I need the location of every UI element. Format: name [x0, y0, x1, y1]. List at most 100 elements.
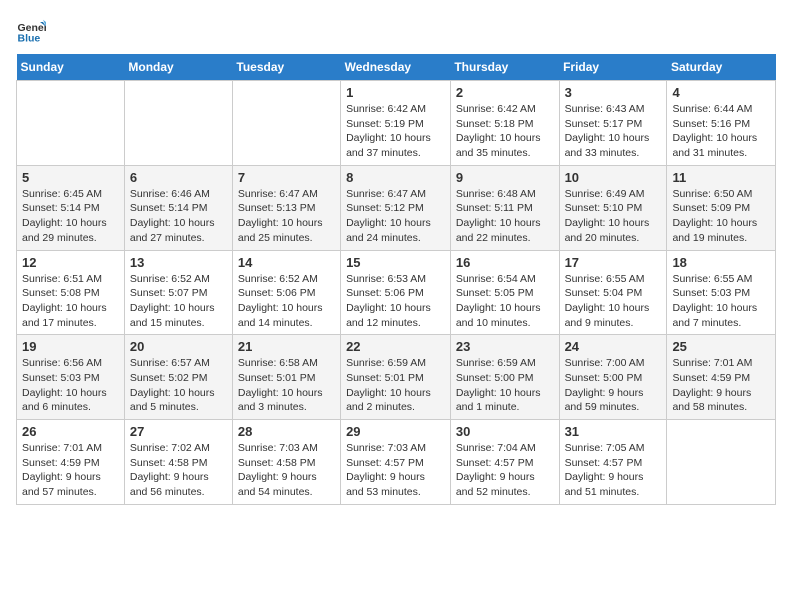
day-cell: [232, 81, 340, 166]
day-cell: 2 Sunrise: 6:42 AM Sunset: 5:18 PM Daylig…: [450, 81, 559, 166]
day-number: 11: [672, 170, 770, 185]
day-cell: 8 Sunrise: 6:47 AM Sunset: 5:12 PM Daylig…: [341, 165, 451, 250]
day-number: 9: [456, 170, 554, 185]
day-info: Sunrise: 7:01 AM Sunset: 4:59 PM Dayligh…: [672, 356, 770, 415]
day-info: Sunrise: 6:52 AM Sunset: 5:06 PM Dayligh…: [238, 272, 335, 331]
day-number: 7: [238, 170, 335, 185]
day-cell: 12Sunrise: 6:51 AM Sunset: 5:08 PM Dayli…: [17, 250, 125, 335]
day-cell: 25 Sunrise: 7:01 AM Sunset: 4:59 PM Dayli…: [667, 335, 776, 420]
day-cell: 1 Sunrise: 6:42 AM Sunset: 5:19 PM Daylig…: [341, 81, 451, 166]
day-cell: [17, 81, 125, 166]
day-cell: 27 Sunrise: 7:02 AM Sunset: 4:58 PM Dayli…: [124, 420, 232, 505]
day-cell: 9 Sunrise: 6:48 AM Sunset: 5:11 PM Daylig…: [450, 165, 559, 250]
day-number: 17: [565, 255, 662, 270]
page-header: General Blue: [16, 16, 776, 46]
weekday-header-tuesday: Tuesday: [232, 54, 340, 81]
day-number: 20: [130, 339, 227, 354]
day-info: Sunrise: 6:51 AM Sunset: 5:08 PM Dayligh…: [22, 272, 119, 331]
day-number: 13: [130, 255, 227, 270]
day-cell: [124, 81, 232, 166]
day-info: Sunrise: 6:44 AM Sunset: 5:16 PM Dayligh…: [672, 102, 770, 161]
day-info: Sunrise: 6:48 AM Sunset: 5:11 PM Dayligh…: [456, 187, 554, 246]
weekday-header-wednesday: Wednesday: [341, 54, 451, 81]
day-cell: 13 Sunrise: 6:52 AM Sunset: 5:07 PM Dayli…: [124, 250, 232, 335]
day-info: Sunrise: 6:42 AM Sunset: 5:19 PM Dayligh…: [346, 102, 445, 161]
day-cell: 29 Sunrise: 7:03 AM Sunset: 4:57 PM Dayli…: [341, 420, 451, 505]
day-number: 25: [672, 339, 770, 354]
week-row-3: 12Sunrise: 6:51 AM Sunset: 5:08 PM Dayli…: [17, 250, 776, 335]
day-info: Sunrise: 6:46 AM Sunset: 5:14 PM Dayligh…: [130, 187, 227, 246]
day-cell: 18 Sunrise: 6:55 AM Sunset: 5:03 PM Dayli…: [667, 250, 776, 335]
day-info: Sunrise: 6:45 AM Sunset: 5:14 PM Dayligh…: [22, 187, 119, 246]
day-cell: 30 Sunrise: 7:04 AM Sunset: 4:57 PM Dayli…: [450, 420, 559, 505]
day-info: Sunrise: 6:43 AM Sunset: 5:17 PM Dayligh…: [565, 102, 662, 161]
day-info: Sunrise: 6:49 AM Sunset: 5:10 PM Dayligh…: [565, 187, 662, 246]
day-info: Sunrise: 7:05 AM Sunset: 4:57 PM Dayligh…: [565, 441, 662, 500]
day-info: Sunrise: 6:52 AM Sunset: 5:07 PM Dayligh…: [130, 272, 227, 331]
day-cell: [667, 420, 776, 505]
day-info: Sunrise: 6:42 AM Sunset: 5:18 PM Dayligh…: [456, 102, 554, 161]
day-cell: 21 Sunrise: 6:58 AM Sunset: 5:01 PM Dayli…: [232, 335, 340, 420]
day-number: 31: [565, 424, 662, 439]
day-cell: 10Sunrise: 6:49 AM Sunset: 5:10 PM Dayli…: [559, 165, 667, 250]
day-number: 28: [238, 424, 335, 439]
day-cell: 17 Sunrise: 6:55 AM Sunset: 5:04 PM Dayli…: [559, 250, 667, 335]
day-info: Sunrise: 7:03 AM Sunset: 4:58 PM Dayligh…: [238, 441, 335, 500]
day-info: Sunrise: 6:59 AM Sunset: 5:00 PM Dayligh…: [456, 356, 554, 415]
day-cell: 16 Sunrise: 6:54 AM Sunset: 5:05 PM Dayli…: [450, 250, 559, 335]
day-cell: 7Sunrise: 6:47 AM Sunset: 5:13 PM Daylig…: [232, 165, 340, 250]
day-number: 2: [456, 85, 554, 100]
day-cell: 22 Sunrise: 6:59 AM Sunset: 5:01 PM Dayli…: [341, 335, 451, 420]
weekday-header-monday: Monday: [124, 54, 232, 81]
day-number: 14: [238, 255, 335, 270]
day-info: Sunrise: 6:55 AM Sunset: 5:04 PM Dayligh…: [565, 272, 662, 331]
logo: General Blue: [16, 16, 46, 46]
day-cell: 3Sunrise: 6:43 AM Sunset: 5:17 PM Daylig…: [559, 81, 667, 166]
day-number: 19: [22, 339, 119, 354]
day-number: 1: [346, 85, 445, 100]
day-number: 8: [346, 170, 445, 185]
day-info: Sunrise: 6:59 AM Sunset: 5:01 PM Dayligh…: [346, 356, 445, 415]
day-number: 24: [565, 339, 662, 354]
calendar-table: SundayMondayTuesdayWednesdayThursdayFrid…: [16, 54, 776, 505]
day-info: Sunrise: 6:47 AM Sunset: 5:12 PM Dayligh…: [346, 187, 445, 246]
day-info: Sunrise: 7:02 AM Sunset: 4:58 PM Dayligh…: [130, 441, 227, 500]
day-info: Sunrise: 7:04 AM Sunset: 4:57 PM Dayligh…: [456, 441, 554, 500]
day-number: 30: [456, 424, 554, 439]
day-cell: 6 Sunrise: 6:46 AM Sunset: 5:14 PM Daylig…: [124, 165, 232, 250]
svg-text:Blue: Blue: [18, 33, 41, 45]
day-cell: 11Sunrise: 6:50 AM Sunset: 5:09 PM Dayli…: [667, 165, 776, 250]
day-info: Sunrise: 6:55 AM Sunset: 5:03 PM Dayligh…: [672, 272, 770, 331]
day-cell: 31 Sunrise: 7:05 AM Sunset: 4:57 PM Dayli…: [559, 420, 667, 505]
day-number: 15: [346, 255, 445, 270]
week-row-5: 26Sunrise: 7:01 AM Sunset: 4:59 PM Dayli…: [17, 420, 776, 505]
day-cell: 15 Sunrise: 6:53 AM Sunset: 5:06 PM Dayli…: [341, 250, 451, 335]
day-info: Sunrise: 6:57 AM Sunset: 5:02 PM Dayligh…: [130, 356, 227, 415]
day-info: Sunrise: 6:53 AM Sunset: 5:06 PM Dayligh…: [346, 272, 445, 331]
day-info: Sunrise: 7:03 AM Sunset: 4:57 PM Dayligh…: [346, 441, 445, 500]
day-number: 22: [346, 339, 445, 354]
day-number: 29: [346, 424, 445, 439]
day-info: Sunrise: 6:56 AM Sunset: 5:03 PM Dayligh…: [22, 356, 119, 415]
day-number: 6: [130, 170, 227, 185]
weekday-header-saturday: Saturday: [667, 54, 776, 81]
day-cell: 5 Sunrise: 6:45 AM Sunset: 5:14 PM Daylig…: [17, 165, 125, 250]
day-cell: 23Sunrise: 6:59 AM Sunset: 5:00 PM Dayli…: [450, 335, 559, 420]
day-number: 16: [456, 255, 554, 270]
weekday-header-sunday: Sunday: [17, 54, 125, 81]
day-cell: 19 Sunrise: 6:56 AM Sunset: 5:03 PM Dayli…: [17, 335, 125, 420]
week-row-4: 19 Sunrise: 6:56 AM Sunset: 5:03 PM Dayli…: [17, 335, 776, 420]
day-number: 4: [672, 85, 770, 100]
day-info: Sunrise: 6:58 AM Sunset: 5:01 PM Dayligh…: [238, 356, 335, 415]
day-number: 21: [238, 339, 335, 354]
logo-icon: General Blue: [16, 16, 46, 46]
day-cell: 26Sunrise: 7:01 AM Sunset: 4:59 PM Dayli…: [17, 420, 125, 505]
day-number: 27: [130, 424, 227, 439]
day-cell: 28 Sunrise: 7:03 AM Sunset: 4:58 PM Dayli…: [232, 420, 340, 505]
day-number: 26: [22, 424, 119, 439]
day-number: 5: [22, 170, 119, 185]
day-number: 18: [672, 255, 770, 270]
week-row-1: 1 Sunrise: 6:42 AM Sunset: 5:19 PM Daylig…: [17, 81, 776, 166]
weekday-header-friday: Friday: [559, 54, 667, 81]
day-info: Sunrise: 6:54 AM Sunset: 5:05 PM Dayligh…: [456, 272, 554, 331]
